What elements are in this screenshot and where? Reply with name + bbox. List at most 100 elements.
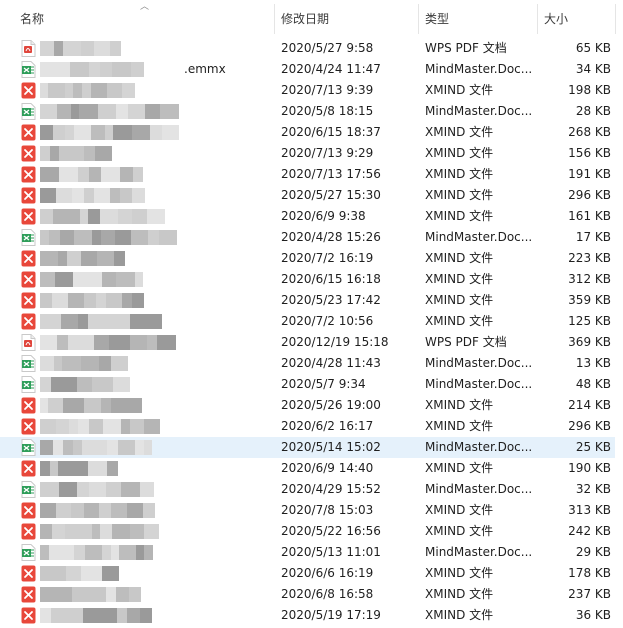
file-type: MindMaster.Doc... — [425, 62, 533, 76]
file-modified-date: 2020/5/27 15:30 — [281, 188, 381, 202]
file-row[interactable]: 2020/7/2 16:19 XMIND 文件 223 KB — [0, 248, 615, 269]
file-name-obscured — [40, 209, 200, 224]
file-type: XMIND 文件 — [425, 146, 494, 160]
mindmaster-file-icon — [21, 544, 36, 561]
file-row[interactable]: 2020/5/27 15:30 XMIND 文件 296 KB — [0, 185, 615, 206]
file-type: MindMaster.Doc... — [425, 230, 533, 244]
file-row[interactable]: 2020/4/29 15:52 MindMaster.Doc... 32 KB — [0, 479, 615, 500]
file-name-obscured — [40, 293, 200, 308]
file-name-obscured — [40, 419, 200, 434]
file-row[interactable]: 2020/5/14 15:02 MindMaster.Doc... 25 KB — [0, 437, 615, 458]
file-size: 268 KB — [568, 125, 611, 139]
file-size: 65 KB — [575, 41, 611, 55]
file-row[interactable]: 2020/6/6 16:19 XMIND 文件 178 KB — [0, 563, 615, 584]
file-name-obscured — [40, 566, 200, 581]
file-name-obscured — [40, 314, 200, 329]
file-type: MindMaster.Doc... — [425, 377, 533, 391]
file-size: 214 KB — [568, 398, 611, 412]
file-row[interactable]: 2020/6/9 14:40 XMIND 文件 190 KB — [0, 458, 615, 479]
xmind-file-icon — [21, 502, 36, 519]
file-type: XMIND 文件 — [425, 608, 494, 622]
sort-ascending-icon: ︿ — [140, 2, 150, 12]
file-name-obscured — [40, 251, 200, 266]
file-row[interactable]: 2020/5/26 19:00 XMIND 文件 214 KB — [0, 395, 615, 416]
file-row[interactable]: 2020/5/23 17:42 XMIND 文件 359 KB — [0, 290, 615, 311]
file-row[interactable]: .emmx 2020/4/24 11:47 MindMaster.Doc... 34 … — [0, 59, 615, 80]
file-row[interactable]: 2020/7/13 9:29 XMIND 文件 156 KB — [0, 143, 615, 164]
file-modified-date: 2020/4/28 15:26 — [281, 230, 381, 244]
file-type: XMIND 文件 — [425, 419, 494, 433]
file-size: 242 KB — [568, 524, 611, 538]
file-modified-date: 2020/7/2 10:56 — [281, 314, 374, 328]
file-row[interactable]: 2020/4/28 11:43 MindMaster.Doc... 13 KB — [0, 353, 615, 374]
file-name-obscured — [40, 167, 200, 182]
column-divider[interactable] — [615, 4, 616, 34]
file-modified-date: 2020/5/19 17:19 — [281, 608, 381, 622]
file-row[interactable]: 2020/5/7 9:34 MindMaster.Doc... 48 KB — [0, 374, 615, 395]
column-header-date[interactable]: 修改日期 — [275, 0, 418, 36]
xmind-file-icon — [21, 250, 36, 267]
file-row[interactable]: 2020/7/13 9:39 XMIND 文件 198 KB — [0, 80, 615, 101]
file-row[interactable]: 2020/5/19 17:19 XMIND 文件 36 KB — [0, 605, 615, 626]
file-size: 28 KB — [575, 104, 611, 118]
file-row[interactable]: 2020/5/27 9:58 WPS PDF 文档 65 KB — [0, 38, 615, 59]
file-row[interactable]: 2020/6/15 16:18 XMIND 文件 312 KB — [0, 269, 615, 290]
file-modified-date: 2020/4/24 11:47 — [281, 62, 381, 76]
file-row[interactable]: 2020/5/22 16:56 XMIND 文件 242 KB — [0, 521, 615, 542]
file-row[interactable]: 2020/7/8 15:03 XMIND 文件 313 KB — [0, 500, 615, 521]
column-header-size-label: 大小 — [544, 12, 569, 26]
file-name-obscured — [40, 524, 200, 539]
file-row[interactable]: 2020/5/8 18:15 MindMaster.Doc... 28 KB — [0, 101, 615, 122]
file-size: 48 KB — [575, 377, 611, 391]
file-name-obscured — [40, 62, 200, 77]
file-row[interactable]: 2020/6/9 9:38 XMIND 文件 161 KB — [0, 206, 615, 227]
file-size: 313 KB — [568, 503, 611, 517]
mindmaster-file-icon — [21, 61, 36, 78]
xmind-file-icon — [21, 586, 36, 603]
xmind-file-icon — [21, 292, 36, 309]
xmind-file-icon — [21, 166, 36, 183]
file-size: 13 KB — [575, 356, 611, 370]
file-size: 36 KB — [575, 608, 611, 622]
file-type: XMIND 文件 — [425, 566, 494, 580]
file-size: 191 KB — [568, 167, 611, 181]
column-header-name-label: 名称 — [20, 12, 45, 26]
column-header-size[interactable]: 大小 — [538, 0, 615, 36]
file-name-obscured — [40, 188, 200, 203]
file-type: XMIND 文件 — [425, 293, 494, 307]
file-row[interactable]: 2020/6/2 16:17 XMIND 文件 296 KB — [0, 416, 615, 437]
file-type: WPS PDF 文档 — [425, 41, 507, 55]
file-name-obscured — [40, 41, 200, 56]
file-size: 29 KB — [575, 545, 611, 559]
column-header-type[interactable]: 类型 — [419, 0, 537, 36]
file-row[interactable]: 2020/6/8 16:58 XMIND 文件 237 KB — [0, 584, 615, 605]
xmind-file-icon — [21, 607, 36, 624]
file-name-obscured — [40, 104, 200, 119]
file-type: XMIND 文件 — [425, 461, 494, 475]
file-type: XMIND 文件 — [425, 209, 494, 223]
file-name-obscured — [40, 503, 200, 518]
xmind-file-icon — [21, 397, 36, 414]
file-row[interactable]: 2020/4/28 15:26 MindMaster.Doc... 17 KB — [0, 227, 615, 248]
pdf-file-icon — [21, 40, 36, 57]
file-name-obscured — [40, 482, 200, 497]
pdf-file-icon — [21, 334, 36, 351]
file-type: WPS PDF 文档 — [425, 335, 507, 349]
file-row[interactable]: 2020/6/15 18:37 XMIND 文件 268 KB — [0, 122, 615, 143]
file-type: MindMaster.Doc... — [425, 545, 533, 559]
file-name-obscured — [40, 398, 200, 413]
file-row[interactable]: 2020/7/13 17:56 XMIND 文件 191 KB — [0, 164, 615, 185]
file-type: MindMaster.Doc... — [425, 482, 533, 496]
file-modified-date: 2020/4/28 11:43 — [281, 356, 381, 370]
file-row[interactable]: 2020/7/2 10:56 XMIND 文件 125 KB — [0, 311, 615, 332]
file-size: 34 KB — [575, 62, 611, 76]
file-row[interactable]: 2020/12/19 15:18 WPS PDF 文档 369 KB — [0, 332, 615, 353]
xmind-file-icon — [21, 124, 36, 141]
file-name-obscured — [40, 461, 200, 476]
mindmaster-file-icon — [21, 376, 36, 393]
file-row[interactable]: 2020/5/13 11:01 MindMaster.Doc... 29 KB — [0, 542, 615, 563]
file-type: XMIND 文件 — [425, 83, 494, 97]
mindmaster-file-icon — [21, 229, 36, 246]
file-type: XMIND 文件 — [425, 251, 494, 265]
file-name-obscured — [40, 272, 200, 287]
